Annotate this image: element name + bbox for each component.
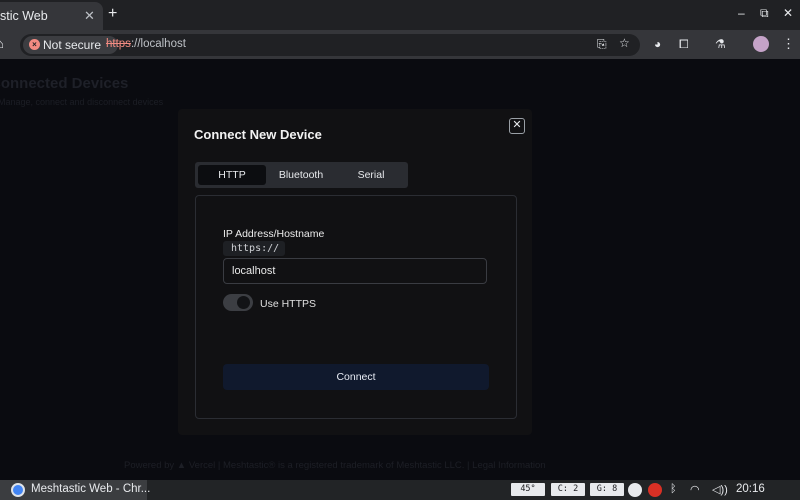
- clock[interactable]: 20:16: [736, 483, 765, 495]
- toggle-knob: [237, 296, 250, 309]
- temperature-indicator: 45°: [511, 483, 545, 496]
- https-toggle[interactable]: [223, 294, 253, 311]
- browser-toolbar: ⌂ × Not secure https://localhost ⎘ ☆ ◕ ⧠…: [0, 30, 800, 59]
- shelf-app-chrome[interactable]: Meshtastic Web - Chr...: [0, 480, 151, 500]
- recording-icon[interactable]: [648, 483, 662, 497]
- star-icon[interactable]: ☆: [619, 36, 630, 50]
- puzzle-icon[interactable]: ⧠: [679, 37, 689, 52]
- connect-device-dialog: Connect New Device ✕ HTTP Bluetooth Seri…: [178, 109, 532, 435]
- url-host: ://localhost: [130, 38, 186, 50]
- menu-icon[interactable]: ⋮: [782, 36, 795, 52]
- close-icon[interactable]: ✕: [509, 118, 525, 134]
- gpu-indicator: G: 8: [590, 483, 624, 496]
- bluetooth-icon[interactable]: ᛒ: [670, 483, 677, 495]
- profile-icon[interactable]: [753, 36, 769, 52]
- new-tab-button[interactable]: +: [108, 5, 117, 23]
- page-title: Connected Devices: [0, 75, 129, 92]
- address-bar[interactable]: × Not secure https://localhost ⎘ ☆: [20, 34, 640, 56]
- chrome-icon: [11, 483, 25, 497]
- tab-strip: stic Web ✕ + – ⧉ ✕: [0, 0, 800, 30]
- tab-bluetooth[interactable]: Bluetooth: [267, 165, 335, 185]
- protocol-prefix: https://: [223, 241, 285, 256]
- tab-http[interactable]: HTTP: [198, 165, 266, 185]
- security-label: Not secure: [43, 38, 102, 52]
- system-shelf: Meshtastic Web - Chr... 45° C: 2 G: 8 ᛒ …: [0, 480, 800, 500]
- install-app-icon[interactable]: ⎘: [597, 37, 607, 52]
- restore-button[interactable]: ⧉: [760, 6, 769, 21]
- hostname-label: IP Address/Hostname: [223, 228, 325, 240]
- http-panel: IP Address/Hostname https:// Use HTTPS C…: [195, 195, 517, 419]
- home-icon[interactable]: ⌂: [0, 36, 4, 51]
- security-indicator[interactable]: × Not secure: [23, 36, 118, 54]
- user-icon[interactable]: [628, 483, 642, 497]
- connect-button[interactable]: Connect: [223, 364, 489, 390]
- extension-icon[interactable]: ◕: [654, 37, 661, 51]
- page-subtitle: Manage, connect and disconnect devices: [0, 97, 164, 107]
- shelf-app-label: Meshtastic Web - Chr...: [31, 483, 151, 495]
- warning-icon: ×: [29, 39, 40, 50]
- connection-type-tabs: HTTP Bluetooth Serial: [195, 162, 408, 188]
- https-toggle-label: Use HTTPS: [260, 298, 317, 310]
- wifi-icon[interactable]: ◠: [690, 483, 700, 496]
- browser-tab[interactable]: stic Web ✕: [0, 2, 103, 30]
- cpu-indicator: C: 2: [551, 483, 585, 496]
- url-scheme: https: [106, 38, 131, 50]
- tab-close-icon[interactable]: ✕: [84, 8, 95, 24]
- labs-icon[interactable]: ⚗: [715, 37, 726, 51]
- close-window-button[interactable]: ✕: [783, 6, 793, 20]
- hostname-input[interactable]: [223, 258, 487, 284]
- tab-serial[interactable]: Serial: [337, 165, 405, 185]
- page-footer: Powered by ▲ Vercel | Meshtastic® is a r…: [124, 460, 546, 471]
- dialog-title: Connect New Device: [194, 127, 322, 142]
- url-text[interactable]: https://localhost: [106, 38, 186, 50]
- tab-title: stic Web: [0, 9, 48, 23]
- minimize-button[interactable]: –: [738, 6, 745, 20]
- volume-icon[interactable]: ◁)): [712, 483, 728, 496]
